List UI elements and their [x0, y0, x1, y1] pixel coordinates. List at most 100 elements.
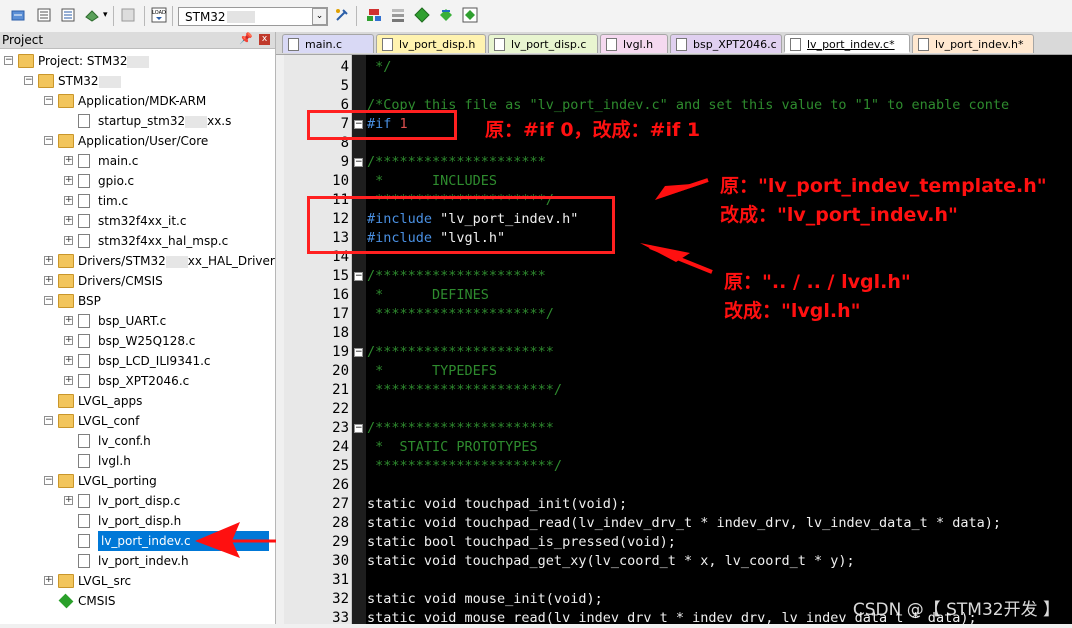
- tab-lv-port-disp-h[interactable]: lv_port_disp.h: [376, 34, 486, 53]
- tab-lv-port-indev-c[interactable]: lv_port_indev.c*: [784, 34, 910, 53]
- tree-expand-icon[interactable]: −: [44, 136, 53, 145]
- code-line[interactable]: static bool touchpad_is_pressed(void);: [367, 533, 676, 552]
- line-number-gutter: 4 5 6 7−8 9−10 11 12 13 14 15−16 17 18 19−20 21 22 23−2…: [284, 55, 363, 626]
- batch-build-icon[interactable]: [60, 7, 76, 23]
- tree-file-item[interactable]: lvgl.h: [0, 451, 272, 471]
- tree-folder-item[interactable]: − Application/User/Core: [0, 131, 272, 151]
- dropdown-arrow-icon[interactable]: ▾: [103, 10, 108, 20]
- tree-file-item[interactable]: + tim.c: [0, 191, 272, 211]
- code-line[interactable]: */: [367, 58, 391, 77]
- tree-folder-item[interactable]: + Drivers/CMSIS: [0, 271, 272, 291]
- pin-icon[interactable]: 📌: [239, 32, 253, 45]
- tree-folder-item[interactable]: − LVGL_conf: [0, 411, 272, 431]
- code-line[interactable]: static void touchpad_init(void);: [367, 495, 627, 514]
- target-select[interactable]: STM32: [178, 7, 328, 26]
- fold-toggle-icon[interactable]: −: [354, 272, 363, 281]
- tree-file-item[interactable]: lv_port_indev.c: [0, 531, 272, 551]
- code-line[interactable]: /**********************: [367, 343, 554, 362]
- tree-expand-icon[interactable]: −: [44, 96, 53, 105]
- code-line[interactable]: /*Copy this file as "lv_port_indev.c" an…: [367, 96, 1009, 115]
- tree-file-item[interactable]: startup_stm32 xx.s: [0, 111, 272, 131]
- tree-expand-icon[interactable]: +: [64, 336, 73, 345]
- manage-icon[interactable]: [366, 7, 382, 23]
- tree-file-item[interactable]: + bsp_LCD_ILI9341.c: [0, 351, 272, 371]
- tree-folder-item[interactable]: + LVGL_src: [0, 571, 272, 591]
- translate-icon[interactable]: [84, 7, 100, 23]
- code-line[interactable]: *********************/: [367, 305, 554, 324]
- build-icon[interactable]: [10, 7, 26, 23]
- tab-bsp-xpt2046-c[interactable]: bsp_XPT2046.c: [670, 34, 782, 53]
- tree-expand-icon[interactable]: −: [4, 56, 13, 65]
- tree-folder-item[interactable]: − LVGL_porting: [0, 471, 272, 491]
- tree-expand-icon[interactable]: −: [44, 296, 53, 305]
- folder-icon: [38, 74, 54, 88]
- tree-folder-item[interactable]: + Drivers/STM32 xx_HAL_Driver: [0, 251, 275, 271]
- tab-lvgl-h[interactable]: lvgl.h: [600, 34, 668, 53]
- pack-installer-icon[interactable]: [414, 7, 430, 23]
- fold-toggle-icon[interactable]: −: [354, 348, 363, 357]
- tree-expand-icon[interactable]: +: [64, 176, 73, 185]
- tree-expand-icon[interactable]: +: [64, 496, 73, 505]
- tree-file-item[interactable]: + main.c: [0, 151, 272, 171]
- tab-lv-port-disp-c[interactable]: lv_port_disp.c: [488, 34, 598, 53]
- tree-expand-icon[interactable]: +: [64, 216, 73, 225]
- line-number: 27: [332, 496, 349, 512]
- target-options-icon[interactable]: [334, 7, 350, 23]
- tree-expand-icon[interactable]: +: [44, 256, 53, 265]
- tree-file-item[interactable]: lv_conf.h: [0, 431, 272, 451]
- code-line[interactable]: /*********************: [367, 267, 546, 286]
- tree-expand-icon[interactable]: +: [64, 236, 73, 245]
- rte-icon[interactable]: [438, 7, 454, 23]
- tree-folder-item[interactable]: − BSP: [0, 291, 272, 311]
- tree-folder-item[interactable]: − Project: STM32: [0, 51, 272, 71]
- tree-file-item[interactable]: lv_port_disp.h: [0, 511, 272, 531]
- tab-lv-port-indev-h[interactable]: lv_port_indev.h*: [912, 34, 1034, 53]
- file-icon: [676, 38, 687, 51]
- tree-file-item[interactable]: lv_port_indev.h: [0, 551, 272, 571]
- code-line[interactable]: * INCLUDES: [367, 172, 497, 191]
- tree-file-item[interactable]: + gpio.c: [0, 171, 272, 191]
- code-line[interactable]: **********************/: [367, 457, 562, 476]
- tree-expand-icon[interactable]: −: [24, 76, 33, 85]
- tree-file-item[interactable]: + stm32f4xx_hal_msp.c: [0, 231, 272, 251]
- tree-folder-item[interactable]: − STM32: [0, 71, 272, 91]
- tree-expand-icon[interactable]: +: [44, 276, 53, 285]
- chevron-down-icon[interactable]: ⌄: [312, 8, 327, 25]
- code-line[interactable]: **********************/: [367, 381, 562, 400]
- tree-expand-icon[interactable]: −: [44, 476, 53, 485]
- rebuild-icon[interactable]: [36, 7, 52, 23]
- tree-file-item[interactable]: + bsp_UART.c: [0, 311, 272, 331]
- load-icon[interactable]: LOAD: [151, 7, 167, 23]
- close-icon[interactable]: x: [259, 34, 270, 45]
- code-line[interactable]: static void mouse_init(void);: [367, 590, 603, 609]
- tree-expand-icon[interactable]: −: [44, 416, 53, 425]
- tree-expand-icon[interactable]: +: [44, 576, 53, 585]
- tree-file-item[interactable]: + bsp_XPT2046.c: [0, 371, 272, 391]
- stop-build-icon[interactable]: [120, 7, 136, 23]
- code-line[interactable]: static void touchpad_read(lv_indev_drv_t…: [367, 514, 1001, 533]
- code-line[interactable]: * DEFINES: [367, 286, 489, 305]
- fold-toggle-icon[interactable]: −: [354, 424, 363, 433]
- tree-file-item[interactable]: + stm32f4xx_it.c: [0, 211, 272, 231]
- code-line[interactable]: /**********************: [367, 419, 554, 438]
- tab-main-c[interactable]: main.c: [282, 34, 374, 53]
- annotation-box-includes: [307, 196, 615, 254]
- code-line[interactable]: * TYPEDEFS: [367, 362, 497, 381]
- tree-file-item[interactable]: + lv_port_disp.c: [0, 491, 272, 511]
- code-line[interactable]: /*********************: [367, 153, 546, 172]
- tree-folder-item[interactable]: CMSIS: [0, 591, 272, 611]
- run-icon[interactable]: [462, 7, 478, 23]
- tree-expand-icon[interactable]: +: [64, 196, 73, 205]
- tree-expand-icon[interactable]: +: [64, 156, 73, 165]
- tree-file-item[interactable]: + bsp_W25Q128.c: [0, 331, 272, 351]
- code-line[interactable]: static void touchpad_get_xy(lv_coord_t *…: [367, 552, 855, 571]
- tree-folder-item[interactable]: − Application/MDK-ARM: [0, 91, 272, 111]
- code-line[interactable]: * STATIC PROTOTYPES: [367, 438, 538, 457]
- select-packs-icon[interactable]: [390, 7, 406, 23]
- tree-expand-icon[interactable]: +: [64, 316, 73, 325]
- tree-folder-item[interactable]: LVGL_apps: [0, 391, 272, 411]
- tree-expand-icon[interactable]: +: [64, 376, 73, 385]
- code-area[interactable]: */ /*Copy this file as "lv_port_indev.c" …: [366, 55, 1072, 624]
- tree-expand-icon[interactable]: +: [64, 356, 73, 365]
- fold-toggle-icon[interactable]: −: [354, 158, 363, 167]
